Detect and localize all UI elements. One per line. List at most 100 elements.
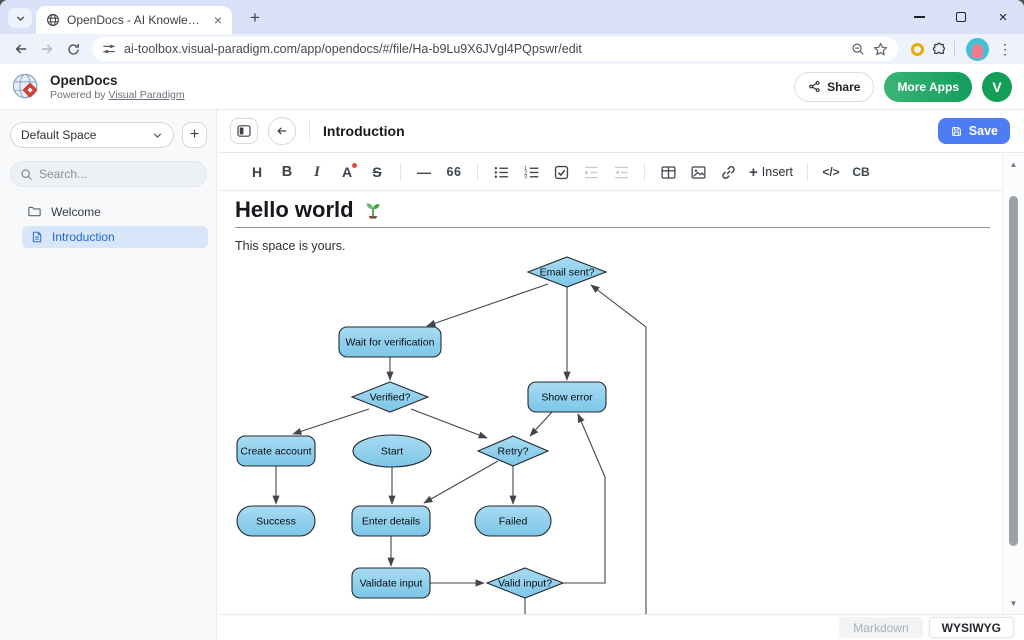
browser-back-button[interactable]	[8, 36, 34, 62]
space-selector-dropdown[interactable]: Default Space	[10, 122, 174, 148]
flow-node-create-account[interactable]: Create account	[237, 436, 315, 466]
save-icon	[950, 125, 963, 138]
flow-edge-email-sent-to-wait-for-verification	[427, 284, 548, 326]
url-bar[interactable]: ai-toolbox.visual-paradigm.com/app/opend…	[92, 37, 898, 61]
space-selector-row: Default Space +	[0, 110, 216, 148]
visual-paradigm-link[interactable]: Visual Paradigm	[108, 89, 184, 101]
flow-node-email-sent[interactable]: Email sent?	[528, 257, 606, 287]
flow-node-validate-input[interactable]: Validate input	[352, 568, 430, 598]
scrollbar-down-icon[interactable]: ▼	[1003, 599, 1024, 608]
tab-search-button[interactable]	[8, 8, 32, 28]
powered-by-prefix: Powered by	[50, 89, 108, 101]
flow-node-show-error[interactable]: Show error	[528, 382, 606, 412]
document-tree: Welcome Introduction	[0, 200, 216, 248]
inline-code-glyph: </>	[822, 165, 839, 179]
flow-node-failed[interactable]: Failed	[475, 506, 551, 536]
flow-node-success[interactable]: Success	[237, 506, 315, 536]
search-input[interactable]	[39, 167, 159, 181]
ordered-list-button[interactable]: 123	[519, 159, 543, 185]
flow-edge-retry-to-enter-details	[424, 461, 498, 503]
bullet-list-button[interactable]	[489, 159, 513, 185]
bold-button[interactable]: B	[275, 159, 299, 185]
window-maximize-button[interactable]	[940, 0, 982, 34]
app-title-block: OpenDocs Powered by Visual Paradigm	[50, 73, 185, 101]
more-apps-button[interactable]: More Apps	[884, 72, 972, 102]
editor-bottombar: Markdown WYSIWYG	[218, 614, 1024, 640]
site-settings-icon	[102, 42, 116, 56]
maximize-icon	[956, 12, 966, 22]
flow-node-verified[interactable]: Verified?	[352, 382, 428, 412]
flow-edge-verified-to-create-account	[293, 409, 369, 434]
blockquote-button[interactable]: 66	[442, 159, 466, 185]
share-button[interactable]: Share	[794, 72, 874, 102]
bookmark-star-icon[interactable]	[873, 42, 888, 57]
tab-close-icon[interactable]: ×	[212, 13, 224, 27]
formatting-toolbar: HBIA S —66 123 +Insert </> CB	[218, 154, 1002, 191]
panel-toggle-icon	[236, 123, 252, 139]
indent-button[interactable]	[579, 159, 603, 185]
success-label: Success	[256, 516, 296, 528]
toggle-sidebar-button[interactable]	[230, 118, 258, 144]
document-canvas[interactable]: Hello world This space is yours. Email s…	[218, 192, 1002, 614]
window-close-button[interactable]: ×	[982, 0, 1024, 34]
tree-folder-welcome[interactable]: Welcome	[0, 200, 216, 223]
browser-profile-avatar[interactable]	[966, 38, 989, 61]
add-space-button[interactable]: +	[182, 122, 207, 148]
strikethrough-button[interactable]: S	[365, 159, 389, 185]
zoom-out-icon[interactable]	[851, 42, 865, 56]
extension-ring-icon[interactable]	[911, 43, 924, 56]
browser-tab[interactable]: OpenDocs - AI Knowledge Base ×	[36, 6, 232, 34]
horizontal-rule-button[interactable]: —	[412, 159, 436, 185]
font-color-glyph: A	[342, 164, 352, 180]
font-color-button[interactable]: A	[335, 159, 359, 185]
insert-button[interactable]: +Insert	[746, 159, 796, 185]
italic-button[interactable]: I	[305, 159, 329, 185]
window-controls: ×	[898, 0, 1024, 34]
browser-reload-button[interactable]	[60, 36, 86, 62]
toolbar-divider	[644, 163, 645, 181]
url-text[interactable]: ai-toolbox.visual-paradigm.com/app/opend…	[124, 42, 843, 56]
bold-glyph: B	[282, 164, 292, 180]
code-block-button[interactable]: CB	[849, 159, 873, 185]
task-list-button[interactable]	[549, 159, 573, 185]
image-button[interactable]	[686, 159, 710, 185]
back-button[interactable]	[268, 117, 296, 145]
flow-node-wait-for-verification[interactable]: Wait for verification	[339, 327, 441, 357]
strikethrough-glyph: S	[372, 164, 381, 180]
window-minimize-button[interactable]	[898, 0, 940, 34]
table-button[interactable]	[656, 159, 680, 185]
save-button[interactable]: Save	[938, 118, 1010, 144]
inline-code-button[interactable]: </>	[819, 159, 843, 185]
mode-markdown-button[interactable]: Markdown	[839, 617, 922, 638]
flow-node-start[interactable]: Start	[353, 435, 431, 467]
heading-button[interactable]: H	[245, 159, 269, 185]
globe-favicon-icon	[46, 13, 60, 27]
flowchart-diagram[interactable]: Email sent? Wait for verification Show err…	[230, 255, 1000, 614]
link-button[interactable]	[716, 159, 740, 185]
extensions-puzzle-icon[interactable]	[931, 41, 948, 58]
sidebar-search[interactable]	[10, 161, 207, 187]
user-avatar[interactable]: V	[982, 72, 1012, 102]
flow-node-retry[interactable]: Retry?	[478, 436, 548, 466]
outdent-button[interactable]	[609, 159, 633, 185]
scrollbar-up-icon[interactable]: ▲	[1003, 160, 1024, 169]
verified-label: Verified?	[370, 392, 411, 404]
tree-doc-introduction[interactable]: Introduction	[22, 226, 208, 248]
outdent-icon	[613, 164, 630, 181]
browser-forward-button[interactable]	[34, 36, 60, 62]
scrollbar-thumb[interactable]	[1009, 196, 1018, 546]
browser-menu-icon[interactable]: ⋮	[998, 41, 1012, 58]
forward-arrow-icon	[39, 41, 55, 57]
color-dot-icon	[352, 163, 357, 168]
flow-node-valid-input[interactable]: Valid input?	[487, 568, 563, 598]
mode-wysiwyg-button[interactable]: WYSIWYG	[929, 617, 1014, 638]
wait-for-verification-label: Wait for verification	[346, 337, 435, 349]
app-body: Default Space + Welcome Introduction	[0, 110, 1024, 640]
opendocs-logo-icon	[12, 72, 42, 102]
new-tab-button[interactable]: +	[244, 7, 266, 29]
save-label: Save	[969, 124, 998, 138]
vertical-scrollbar[interactable]: ▲ ▼	[1002, 154, 1024, 614]
paragraph-text: This space is yours.	[235, 239, 1002, 253]
show-error-label: Show error	[541, 392, 593, 404]
flow-node-enter-details[interactable]: Enter details	[352, 506, 430, 536]
